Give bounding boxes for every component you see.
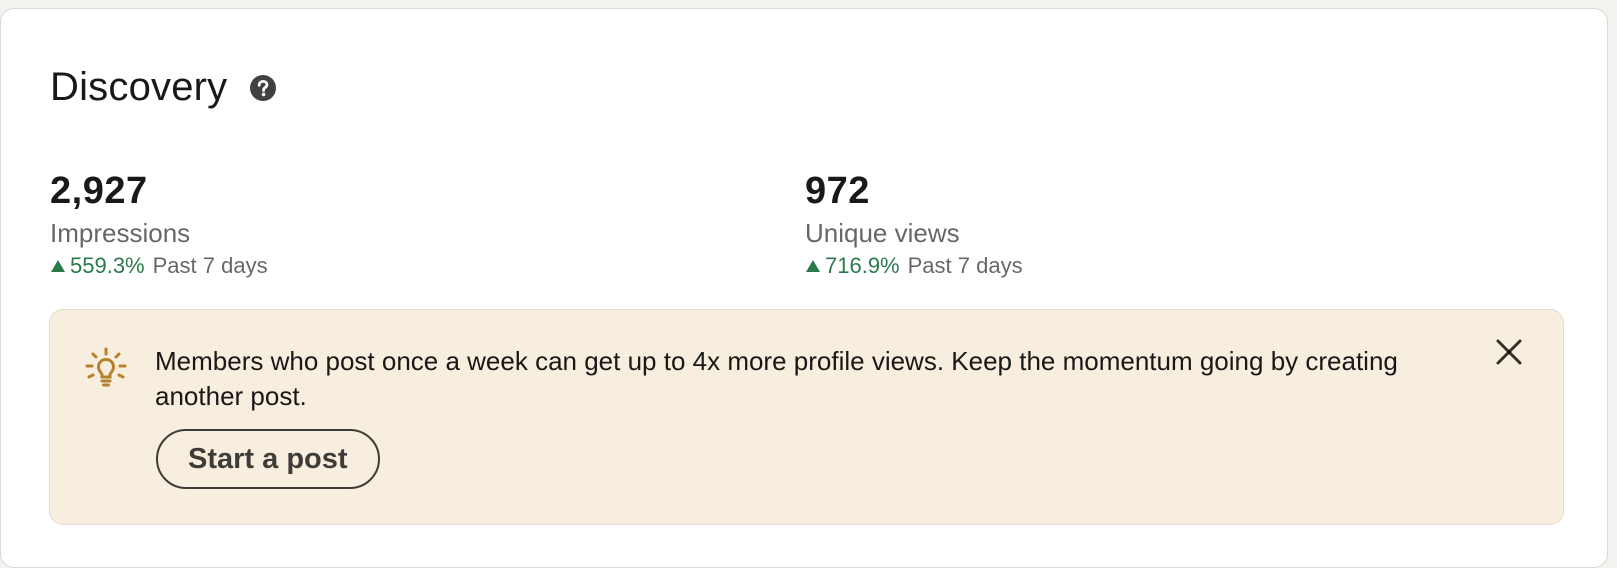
metric-value: 972 <box>805 170 870 212</box>
trend-period: Past 7 days <box>152 253 268 278</box>
trend-up-arrow-icon <box>806 260 820 272</box>
lightbulb-icon <box>85 347 127 387</box>
trend-period: Past 7 days <box>907 253 1023 278</box>
metric-value: 2,927 <box>50 170 148 212</box>
trend-percentage: 559.3% <box>70 253 145 278</box>
card-title: Discovery <box>50 65 228 109</box>
metric-unique-views[interactable]: 972 Unique views 716.9% Past 7 days <box>805 169 1023 281</box>
discovery-card: Discovery 2,927 Impressions 559.3% Past … <box>0 8 1608 568</box>
metric-impressions[interactable]: 2,927 Impressions 559.3% Past 7 days <box>50 169 268 281</box>
trend-up-arrow-icon <box>51 260 65 272</box>
help-circle-icon[interactable] <box>249 74 277 102</box>
metric-label: Unique views <box>805 218 960 248</box>
start-a-post-button[interactable]: Start a post <box>156 429 380 489</box>
trend-percentage: 716.9% <box>825 253 900 278</box>
posting-tip-banner: Members who post once a week can get up … <box>49 309 1564 525</box>
tip-message: Members who post once a week can get up … <box>155 346 1398 411</box>
close-icon[interactable] <box>1491 334 1527 370</box>
metric-trend: 716.9% Past 7 days <box>805 251 1023 281</box>
metric-label: Impressions <box>50 218 191 248</box>
metric-trend: 559.3% Past 7 days <box>50 251 268 281</box>
card-header: Discovery <box>50 65 277 110</box>
